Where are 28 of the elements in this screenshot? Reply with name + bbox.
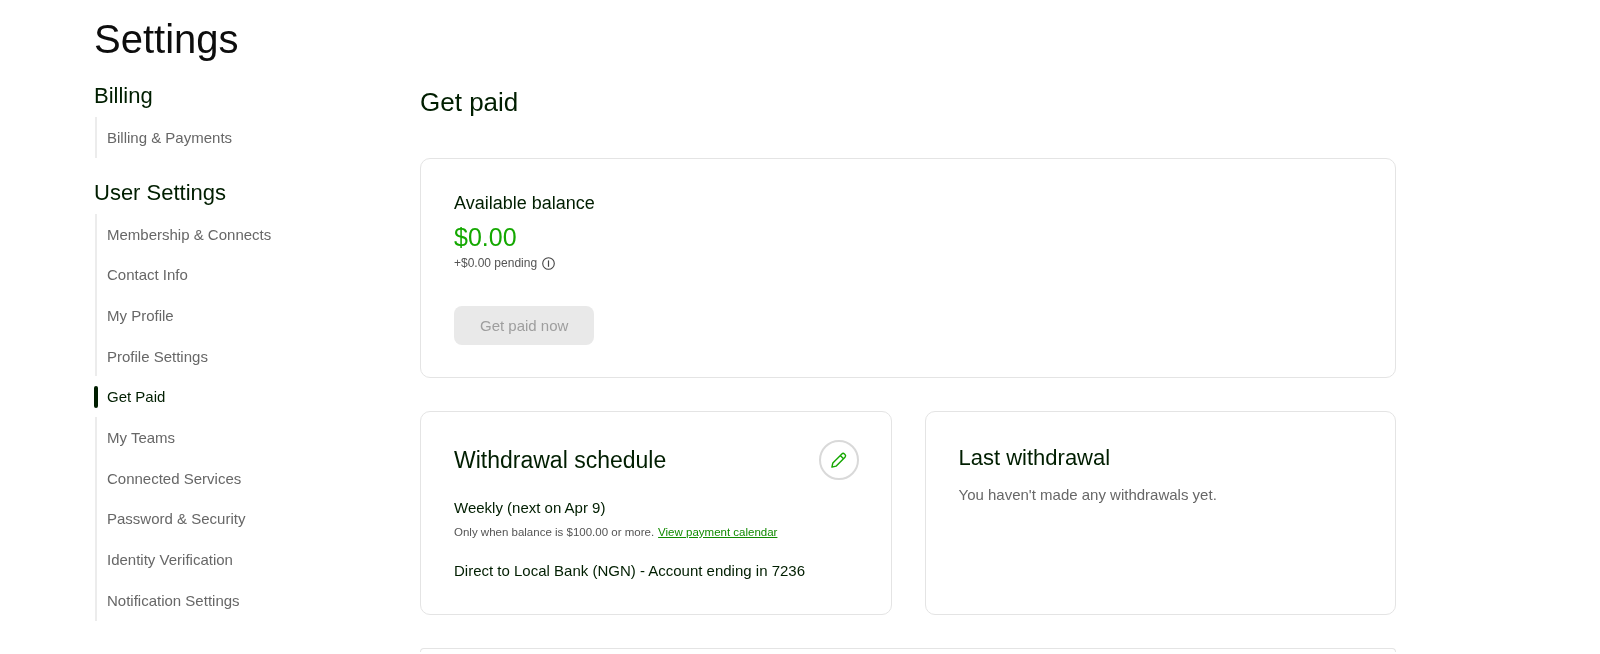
sidebar-item[interactable]: My Profile <box>94 295 174 336</box>
sidebar-item[interactable]: Membership & Connects <box>94 213 272 255</box>
sidebar-item[interactable]: My Teams <box>94 417 176 458</box>
sidebar-item[interactable]: Notification Settings <box>94 579 240 621</box>
sidebar-item[interactable]: Connected Services <box>94 457 242 499</box>
card-title: Available balance <box>454 192 595 215</box>
info-icon[interactable] <box>542 256 556 270</box>
sidebar-item[interactable]: Profile Settings <box>94 335 208 377</box>
payment-calendar-link[interactable]: View payment calendar <box>658 524 778 540</box>
pencil-icon <box>828 450 849 470</box>
pending-amount: +$0.00 pending <box>454 255 538 271</box>
page-title: Settings <box>94 16 239 63</box>
edit-button[interactable] <box>818 440 859 480</box>
sidebar-item[interactable]: Get Paid <box>94 376 166 418</box>
sidebar-item[interactable]: Billing & Payments <box>94 117 233 158</box>
card-title: Last withdrawal <box>958 444 1111 472</box>
section-title: Get paid <box>420 86 519 118</box>
payout-method: Direct to Local Bank (NGN) - Account ending in 7236 <box>454 561 805 581</box>
sidebar-item[interactable]: Identity Verification <box>94 539 233 580</box>
sidebar-item[interactable]: Contact Info <box>94 254 188 296</box>
section-heading: Billing <box>94 82 153 110</box>
schedule-frequency: Weekly (next on Apr 9) <box>454 498 606 518</box>
balance-amount: $0.00 <box>454 222 517 252</box>
section-heading: User Settings <box>94 178 227 207</box>
empty-message: You haven't made any withdrawals yet. <box>958 485 1217 505</box>
balance-condition: Only when balance is $100.00 or more. <box>454 525 655 540</box>
sidebar-item[interactable]: Password & Security <box>94 498 246 540</box>
card-title: Withdrawal schedule <box>454 446 667 475</box>
